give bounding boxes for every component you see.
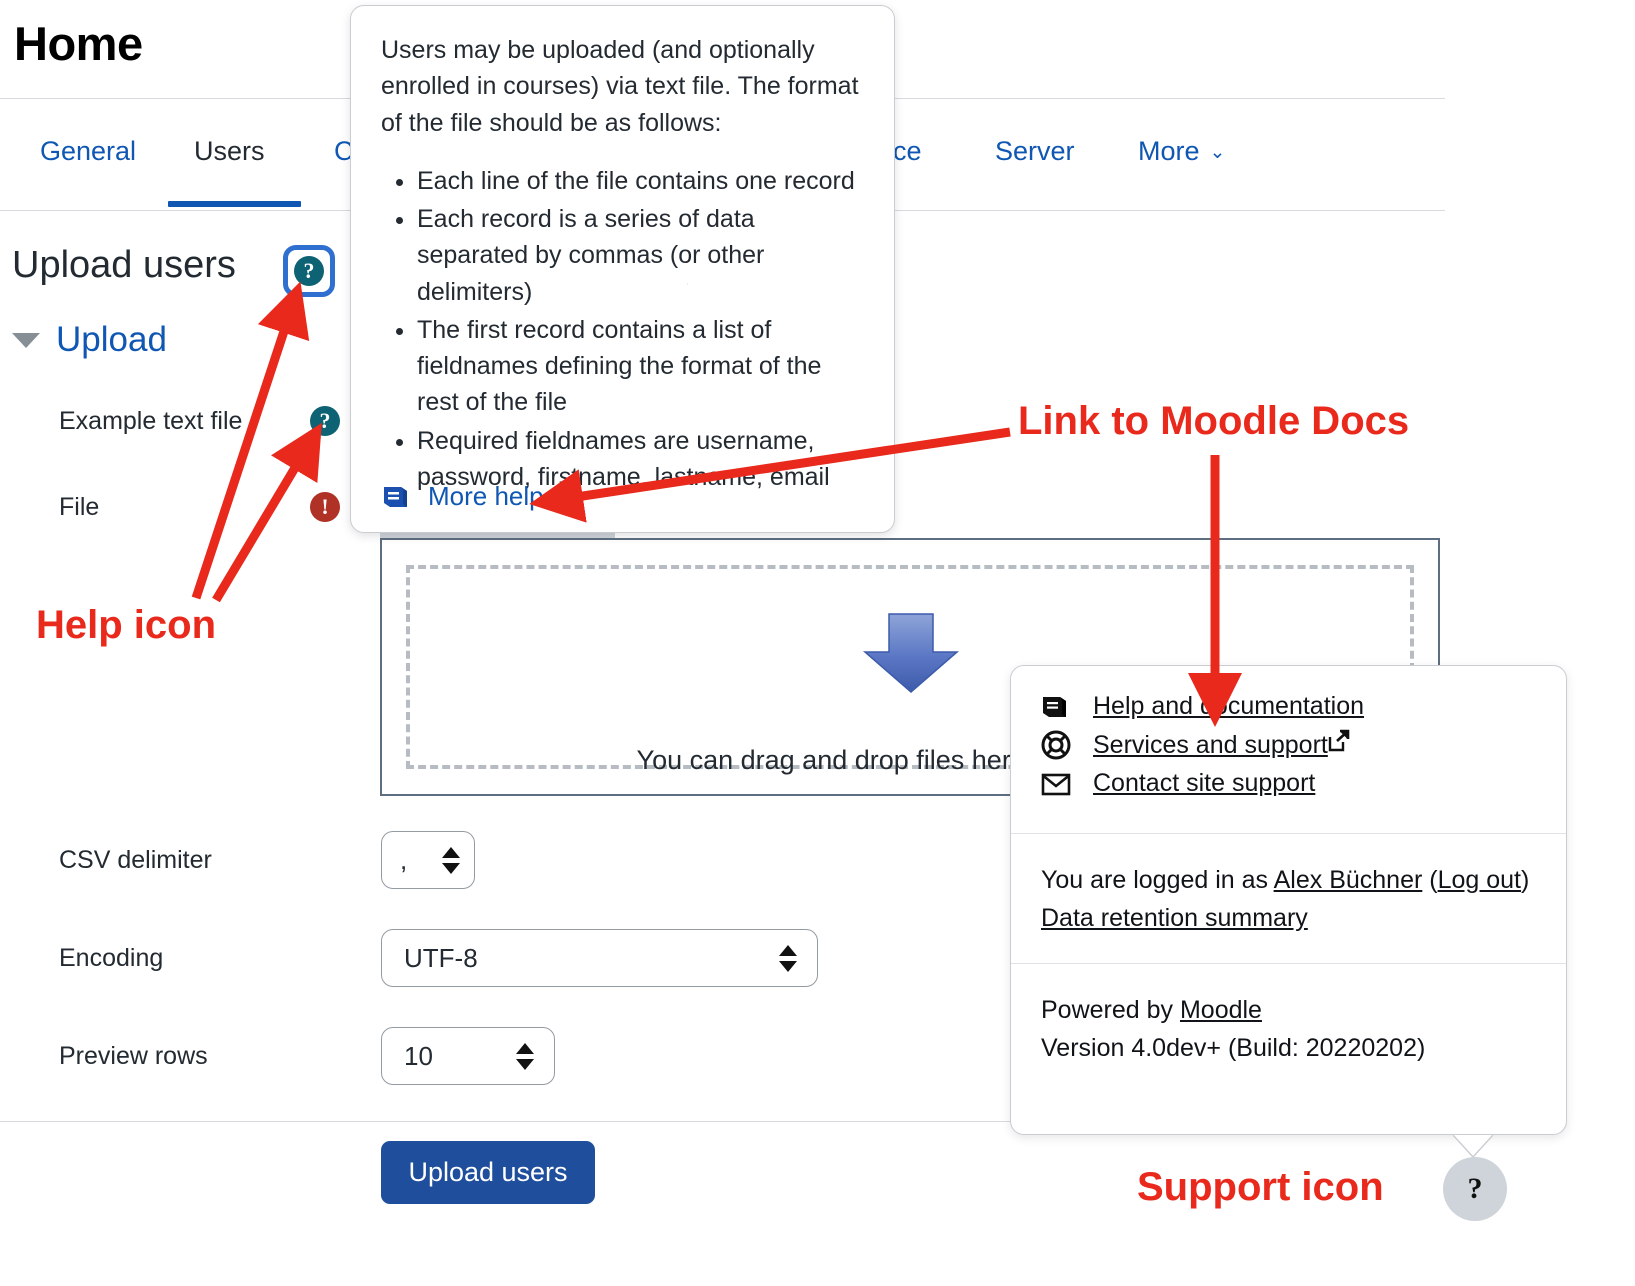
support-session-section: You are logged in as Alex Büchner (Log o… [1011, 834, 1566, 963]
label-preview-rows: Preview rows [59, 1042, 208, 1070]
help-popover: Users may be uploaded (and optionally en… [350, 5, 895, 533]
powered-by-prefix: Powered by [1041, 995, 1180, 1024]
moodle-link[interactable]: Moodle [1180, 996, 1262, 1024]
page-title: Home [14, 17, 143, 70]
upload-users-heading: Upload users [12, 244, 236, 286]
help-popover-intro: Users may be uploaded (and optionally en… [381, 36, 859, 137]
tab-general[interactable]: General [40, 136, 136, 167]
logged-in-text: You are logged in as Alex Büchner (Log o… [1041, 866, 1530, 894]
envelope-icon [1041, 773, 1071, 795]
tab-users[interactable]: Users [194, 136, 265, 167]
support-link-label: Services and support [1093, 730, 1328, 759]
tab-server[interactable]: Server [995, 136, 1075, 167]
label-csv-delimiter: CSV delimiter [59, 846, 212, 874]
encoding-value: UTF-8 [404, 942, 478, 973]
csv-delimiter-select[interactable]: , [381, 831, 475, 889]
support-link-label: Contact site support [1093, 769, 1316, 797]
section-label-upload: Upload [56, 320, 167, 359]
popover-tail-outline [1453, 1135, 1493, 1158]
support-links-section: Help and documentation Services and supp… [1011, 666, 1566, 833]
support-icon[interactable]: ? [1443, 1157, 1507, 1221]
download-arrow-icon [862, 613, 960, 693]
logout-link[interactable]: Log out [1438, 866, 1521, 894]
data-retention-row: Data retention summary [1041, 900, 1536, 936]
powered-by-row: Powered by Moodle [1041, 992, 1536, 1028]
annotation-label-support-icon: Support icon [1137, 1165, 1384, 1209]
chevron-down-icon: ⌄ [1209, 142, 1226, 163]
stepper-arrows-icon [516, 1042, 534, 1070]
tab-active-underline [168, 201, 301, 207]
tab-more[interactable]: More ⌄ [1138, 136, 1225, 167]
annotation-label-help-icon: Help icon [36, 603, 217, 647]
support-link-services-and-support[interactable]: Services and support [1041, 729, 1536, 760]
support-link-contact-site-support[interactable]: Contact site support [1041, 769, 1536, 798]
upload-users-button[interactable]: Upload users [381, 1141, 595, 1204]
version-text: Version 4.0dev+ (Build: 20220202) [1041, 1033, 1426, 1062]
annotation-label-moodle-docs: Link to Moodle Docs [1018, 399, 1410, 443]
list-item: Each record is a series of data separate… [417, 201, 864, 310]
data-retention-link[interactable]: Data retention summary [1041, 904, 1308, 932]
tab-more-label: More [1138, 136, 1200, 166]
preview-rows-value: 10 [404, 1040, 433, 1071]
caret-down-icon [12, 332, 40, 348]
preview-rows-select[interactable]: 10 [381, 1027, 555, 1085]
stepper-arrows-icon [779, 944, 797, 972]
annotation-arrow-help-heading [191, 281, 310, 600]
error-icon: ! [310, 492, 340, 522]
help-icon[interactable]: ? [310, 406, 340, 436]
section-toggle-upload[interactable]: Upload [12, 320, 167, 360]
more-help-link[interactable]: More help [381, 481, 544, 512]
user-profile-link[interactable]: Alex Büchner [1274, 866, 1423, 894]
support-link-label: Help and documentation [1093, 692, 1365, 720]
support-popover: Help and documentation Services and supp… [1010, 665, 1567, 1158]
annotation-arrow-help-row [212, 422, 322, 603]
more-help-label: More help [428, 481, 544, 511]
support-footer-section: Powered by Moodle Version 4.0dev+ (Build… [1011, 964, 1566, 1093]
book-icon [384, 486, 407, 507]
book-icon [1043, 696, 1066, 717]
csv-delimiter-value: , [400, 844, 408, 875]
help-popover-bullets: Each line of the file contains one recor… [381, 163, 864, 495]
label-encoding: Encoding [59, 944, 164, 972]
lifebuoy-icon [1041, 730, 1071, 760]
list-item: The first record contains a list of fiel… [417, 312, 864, 421]
encoding-select[interactable]: UTF-8 [381, 929, 818, 987]
label-example-text-file: Example text file [59, 407, 243, 435]
external-link-icon [1328, 729, 1350, 751]
help-icon[interactable]: ? [283, 245, 335, 297]
logged-in-prefix: You are logged in as [1041, 866, 1274, 894]
help-icon-glyph: ? [294, 256, 324, 286]
list-item: Each line of the file contains one recor… [417, 163, 864, 199]
label-file: File [59, 493, 100, 521]
support-link-help-and-documentation[interactable]: Help and documentation [1041, 692, 1536, 721]
stepper-arrows-icon [442, 846, 460, 874]
